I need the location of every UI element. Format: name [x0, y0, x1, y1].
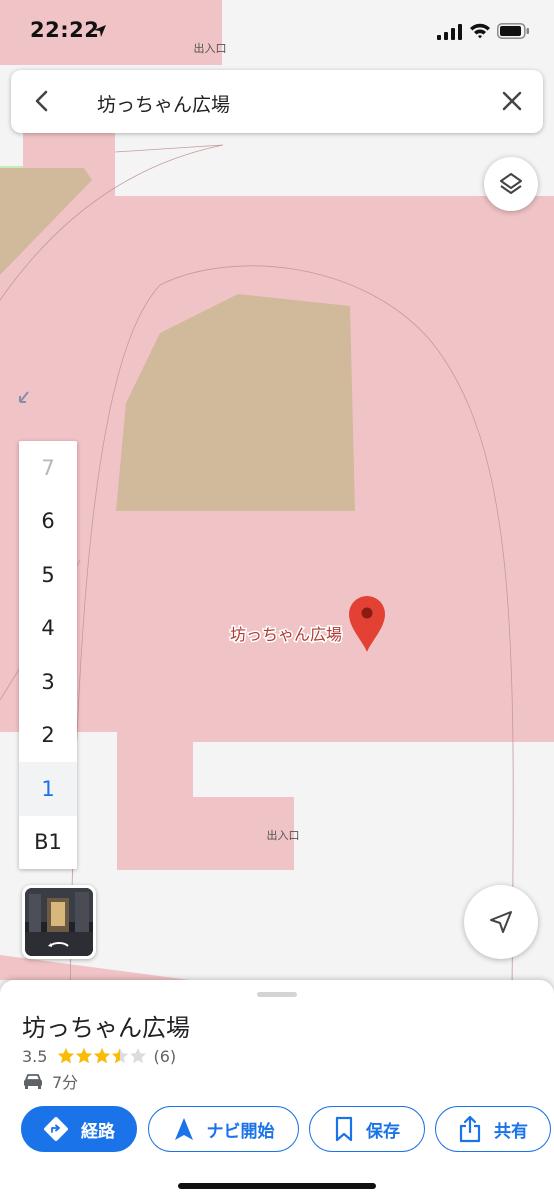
street-view-thumbnail[interactable]	[22, 885, 96, 959]
directions-label: 経路	[81, 1121, 115, 1142]
status-time: 22:22	[30, 18, 100, 42]
bookmark-icon	[334, 1116, 354, 1142]
drive-time: 7分	[52, 1073, 79, 1092]
floor-item[interactable]: 6	[19, 495, 77, 549]
clear-search-button[interactable]	[495, 84, 529, 118]
floor-item[interactable]: 4	[19, 602, 77, 656]
sheet-drag-handle[interactable]	[257, 992, 297, 997]
place-title: 坊っちゃん広場	[22, 1014, 190, 1042]
rating-row: 3.5 (6)	[22, 1045, 176, 1067]
layers-icon	[500, 173, 522, 194]
star-icon	[76, 1048, 93, 1064]
floor-item[interactable]: 3	[19, 655, 77, 709]
review-count[interactable]: (6)	[153, 1047, 176, 1066]
star-icon	[112, 1048, 129, 1064]
floor-item-selected[interactable]: 1	[19, 762, 77, 816]
floor-item[interactable]: 2	[19, 709, 77, 763]
cellular-signal-icon	[437, 24, 462, 40]
share-label: 共有	[494, 1121, 528, 1142]
layers-button[interactable]	[484, 157, 538, 211]
rating-value: 3.5	[22, 1046, 48, 1066]
street-view-image	[25, 888, 93, 956]
navigate-label: ナビ開始	[206, 1121, 275, 1142]
battery-icon	[497, 23, 529, 39]
close-icon	[502, 91, 522, 111]
directions-button[interactable]: 経路	[21, 1106, 137, 1152]
floor-item[interactable]: B1	[19, 816, 77, 870]
share-icon	[458, 1115, 482, 1143]
location-arrow-icon	[490, 911, 512, 933]
car-icon	[24, 1074, 42, 1089]
star-icon	[94, 1048, 111, 1064]
floor-item[interactable]: 7	[19, 441, 77, 495]
place-bottom-sheet[interactable]: 坊っちゃん広場 3.5 (6) 7分 経路 ナビ開始 保存 共有	[0, 980, 554, 1200]
star-icon	[58, 1048, 75, 1064]
back-arrow-icon	[35, 90, 48, 112]
my-location-button[interactable]	[464, 885, 538, 959]
back-button[interactable]	[25, 84, 59, 118]
navigate-button[interactable]: ナビ開始	[148, 1106, 299, 1152]
location-services-icon	[94, 25, 106, 37]
save-label: 保存	[366, 1121, 400, 1142]
map-entrance-label-bottom: 出入口	[267, 828, 300, 842]
map-place-label: 坊っちゃん広場	[230, 625, 342, 644]
directions-icon	[43, 1116, 69, 1142]
home-indicator	[178, 1183, 376, 1189]
status-bar: 22:22	[0, 0, 554, 64]
navigation-arrow-icon	[173, 1117, 195, 1141]
floor-item[interactable]: 5	[19, 548, 77, 602]
wifi-icon	[470, 23, 490, 39]
share-button[interactable]: 共有	[435, 1106, 551, 1152]
drive-time-row: 7分	[22, 1070, 78, 1092]
floor-picker[interactable]: 7 6 5 4 3 2 1 B1	[19, 441, 77, 869]
search-query-text[interactable]: 坊っちゃん広場	[97, 90, 230, 117]
star-icon	[130, 1048, 147, 1064]
search-bar[interactable]: 坊っちゃん広場	[11, 70, 543, 133]
rating-stars	[57, 1047, 147, 1065]
save-button[interactable]: 保存	[309, 1106, 425, 1152]
